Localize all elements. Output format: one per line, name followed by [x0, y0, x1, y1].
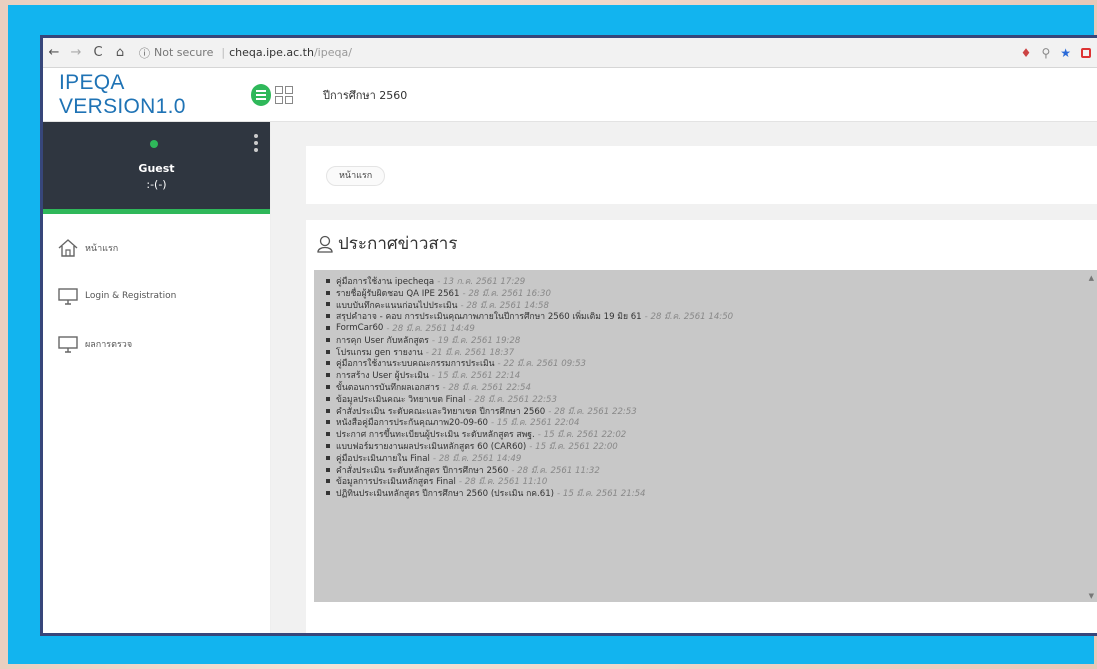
app-header: IPEQA VERSION1.0 ปีการศึกษา 2560: [43, 68, 1097, 122]
security-label: Not secure: [154, 46, 214, 59]
sidebar-item-home[interactable]: หน้าแรก: [43, 224, 270, 272]
sidebar-item-label: หน้าแรก: [85, 244, 119, 254]
scroll-up-arrow-icon[interactable]: ▲: [1089, 274, 1094, 282]
user-outline-icon: [317, 235, 333, 253]
url-host: cheqa.ipe.ac.th: [229, 46, 314, 59]
bullet-icon: [326, 385, 330, 390]
reload-icon[interactable]: C: [87, 45, 109, 60]
bullet-icon: [326, 373, 330, 378]
sidebar-item-results[interactable]: ผลการตรวจ: [43, 320, 270, 368]
url-path: /ipeqa/: [313, 46, 352, 59]
sidebar-item-login[interactable]: Login & Registration: [43, 272, 270, 320]
bullet-icon: [326, 278, 330, 283]
news-panel: ประกาศข่าวสาร ▲ ▼ คู่มือการใช้งาน ipeche…: [306, 220, 1097, 633]
news-item-date: - 15 มี.ค. 2561 21:54: [557, 489, 646, 500]
home-icon[interactable]: ⌂: [109, 45, 131, 60]
bullet-icon: [326, 337, 330, 342]
user-panel: Guest :-(-): [43, 122, 270, 214]
brand-title: IPEQA VERSION1.0: [59, 70, 186, 118]
bullet-icon: [326, 408, 330, 413]
bullet-icon: [326, 396, 330, 401]
news-item[interactable]: การสร้าง User ผู้ประเมิน - 15 มี.ค. 2561 …: [326, 369, 1085, 381]
address-bar[interactable]: ⓘ Not secure | cheqa.ipe.ac.th /ipeqa/: [139, 45, 352, 61]
browser-window: ← → C ⌂ ⓘ Not secure | cheqa.ipe.ac.th /…: [40, 35, 1097, 636]
info-icon: ⓘ: [139, 46, 150, 60]
user-status: :-(-): [146, 178, 167, 191]
bullet-icon: [326, 467, 330, 472]
address-separator: |: [221, 46, 226, 59]
bullet-icon: [326, 455, 330, 460]
bullet-icon: [326, 314, 330, 319]
scroll-down-arrow-icon[interactable]: ▼: [1089, 592, 1094, 600]
bullet-icon: [326, 349, 330, 354]
bullet-icon: [326, 361, 330, 366]
zoom-icon[interactable]: ⚲: [1041, 46, 1050, 60]
bullet-icon: [326, 420, 330, 425]
monitor-icon: [58, 336, 78, 353]
bullet-icon: [326, 432, 330, 437]
news-item-date: - 15 มี.ค. 2561 22:00: [529, 442, 618, 453]
sidebar: Guest :-(-) หน้าแรก Login & Registration…: [43, 122, 271, 633]
apps-grid-icon[interactable]: [275, 85, 293, 104]
back-arrow-icon[interactable]: ←: [43, 45, 65, 60]
main-content: หน้าแรก ประกาศข่าวสาร ▲ ▼ คู่มือการใช้งา…: [271, 122, 1097, 633]
browser-actions: ♦ ⚲ ★: [1021, 46, 1097, 60]
news-item-date: - 28 มี.ค. 2561 14:50: [644, 312, 734, 323]
news-title: ประกาศข่าวสาร: [316, 230, 457, 257]
news-item[interactable]: ปฏิทินประเมินหลักสูตร ปีการศึกษา 2560 (ป…: [326, 487, 1085, 499]
sidebar-item-label: Login & Registration: [85, 291, 177, 301]
bullet-icon: [326, 491, 330, 496]
news-item-title[interactable]: ปฏิทินประเมินหลักสูตร ปีการศึกษา 2560 (ป…: [336, 486, 554, 500]
bullet-icon: [326, 290, 330, 295]
news-item-title[interactable]: สรุปคำอาจ - คอบ การประเมินคุณภาพภายในปีก…: [336, 309, 642, 323]
kebab-menu-icon[interactable]: [254, 134, 258, 152]
bookmark-star-icon[interactable]: ★: [1060, 46, 1071, 60]
sidebar-item-label: ผลการตรวจ: [85, 340, 133, 350]
user-name: Guest: [138, 162, 175, 175]
news-item-title[interactable]: FormCar60: [336, 323, 383, 333]
online-status-icon: [150, 140, 158, 148]
extension-icon[interactable]: ♦: [1021, 46, 1032, 60]
brand: IPEQA VERSION1.0: [43, 71, 271, 119]
bullet-icon: [326, 326, 330, 331]
bullet-icon: [326, 479, 330, 484]
news-list: ▲ ▼ คู่มือการใช้งาน ipecheqa - 13 ก.ค. 25…: [314, 270, 1097, 602]
breadcrumb-home-link[interactable]: หน้าแรก: [326, 166, 386, 186]
academic-year: ปีการศึกษา 2560: [323, 88, 408, 102]
home-icon: [58, 239, 78, 257]
browser-toolbar: ← → C ⌂ ⓘ Not secure | cheqa.ipe.ac.th /…: [43, 38, 1097, 68]
monitor-icon: [58, 288, 78, 305]
menu-toggle-icon[interactable]: [250, 83, 271, 106]
bullet-icon: [326, 302, 330, 307]
news-title-text: ประกาศข่าวสาร: [338, 234, 458, 254]
breadcrumb: หน้าแรก: [306, 146, 1097, 204]
forward-arrow-icon[interactable]: →: [65, 45, 87, 60]
extension-red-icon[interactable]: [1081, 47, 1091, 58]
bullet-icon: [326, 444, 330, 449]
